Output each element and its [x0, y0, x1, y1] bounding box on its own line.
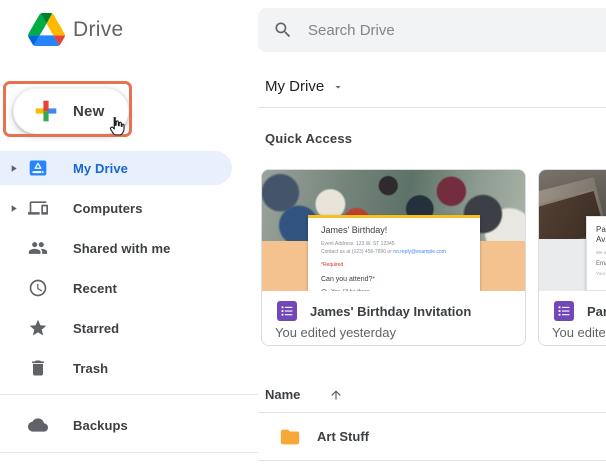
trash-icon: [28, 358, 48, 378]
content-divider: [258, 107, 606, 108]
form-address-line: Event Address: 123 W. ST 12345: [321, 241, 395, 247]
my-drive-icon: [28, 158, 48, 178]
cursor-pointer-icon: [109, 117, 125, 136]
sidebar-nav: My Drive Computers Shared with me Recent…: [0, 151, 258, 391]
drive-logo-icon: [28, 13, 65, 46]
form-contact-line: Contact us at (123) 456-7890 or no.reply…: [321, 248, 468, 256]
sidebar-item-recent[interactable]: Recent: [0, 271, 232, 305]
card-title-row: James' Birthday Invitation: [277, 301, 471, 321]
name-column-header[interactable]: Name: [265, 387, 343, 402]
sidebar-item-label: Backups: [73, 417, 128, 433]
expand-caret-icon[interactable]: [8, 202, 20, 214]
sidebar-item-label: Starred: [73, 320, 120, 336]
name-header-label: Name: [265, 387, 301, 402]
list-divider: [258, 460, 606, 461]
form-title: James' Birthday!: [321, 225, 388, 235]
caret-spacer: [8, 242, 20, 254]
shared-icon: [28, 238, 48, 258]
form-small-text: Your: [596, 270, 606, 276]
section-title-quick-access: Quick Access: [265, 131, 353, 146]
sidebar-item-label: Shared with me: [73, 240, 171, 256]
sidebar-item-backups[interactable]: Backups: [0, 408, 232, 442]
sidebar-item-label: Computers: [73, 200, 143, 216]
sidebar-item-trash[interactable]: Trash: [0, 351, 232, 385]
computers-icon: [28, 198, 48, 218]
cloud-icon: [28, 415, 48, 435]
search-bar[interactable]: [258, 8, 606, 52]
form-title-line: Pa: [596, 225, 606, 234]
sidebar-item-computers[interactable]: Computers: [0, 191, 232, 225]
page-title: My Drive: [265, 78, 325, 95]
clock-icon: [28, 278, 48, 298]
required-star: *: [372, 276, 376, 283]
card-title: Pare: [587, 303, 606, 319]
search-input[interactable]: [308, 21, 568, 39]
form-question-text: Can you attend?: [321, 276, 373, 283]
star-icon: [28, 318, 48, 338]
file-name: Art Stuff: [317, 429, 369, 444]
card-status: You edited yesterday: [275, 325, 396, 340]
google-forms-icon: [277, 301, 297, 321]
card-title-row: Pare: [554, 301, 606, 321]
search-icon: [273, 20, 293, 40]
sidebar-item-label: My Drive: [73, 160, 128, 176]
form-contact-text: Contact us at (123) 456-7890 or: [321, 249, 394, 255]
drive-logo[interactable]: Drive: [28, 13, 124, 46]
breadcrumb-my-drive[interactable]: My Drive: [265, 78, 344, 95]
sort-ascending-icon[interactable]: [329, 388, 343, 402]
caret-spacer: [8, 282, 20, 294]
form-required-note: *Required: [321, 262, 344, 268]
card-status: You edite: [552, 325, 606, 340]
app-title: Drive: [73, 17, 124, 41]
sidebar-divider: [0, 452, 258, 453]
card-title: James' Birthday Invitation: [310, 303, 472, 319]
quick-access-card-parent[interactable]: Pa Av We w Ema Your Pare You edite: [538, 169, 606, 346]
sidebar-item-my-drive[interactable]: My Drive: [0, 151, 232, 185]
caret-spacer: [8, 419, 20, 431]
quick-access-card-james-birthday[interactable]: James' Birthday! Event Address: 123 W. S…: [261, 169, 526, 346]
sidebar-item-shared-with-me[interactable]: Shared with me: [0, 231, 232, 265]
form-preview: Pa Av We w Ema Your: [586, 216, 606, 291]
folder-icon: [279, 426, 301, 448]
google-forms-icon: [554, 301, 574, 321]
form-preview: James' Birthday! Event Address: 123 W. S…: [308, 215, 480, 291]
caret-spacer: [8, 362, 20, 374]
new-button-label: New: [73, 102, 105, 120]
card-footer: James' Birthday Invitation You edited ye…: [262, 291, 525, 345]
card-thumbnail: Pa Av We w Ema Your: [539, 170, 606, 291]
form-question: Can you attend?*: [321, 276, 468, 283]
form-field-label: Ema: [596, 260, 606, 267]
sidebar-item-starred[interactable]: Starred: [0, 311, 232, 345]
plus-icon: [35, 100, 57, 122]
file-row-art-stuff[interactable]: Art Stuff: [258, 413, 606, 460]
caret-spacer: [8, 322, 20, 334]
card-thumbnail: James' Birthday! Event Address: 123 W. S…: [262, 170, 525, 291]
sidebar-item-label: Trash: [73, 360, 109, 376]
sidebar-secondary-nav: Backups: [0, 408, 258, 448]
sidebar-item-label: Recent: [73, 280, 117, 296]
form-small-text: We w: [596, 249, 606, 255]
form-contact-link: no.reply@example.com: [393, 249, 446, 255]
sidebar-divider: [0, 394, 258, 395]
expand-caret-icon[interactable]: [8, 162, 20, 174]
card-footer: Pare You edite: [539, 291, 606, 345]
chevron-down-icon[interactable]: [332, 81, 344, 93]
form-title-line: Av: [596, 235, 606, 245]
